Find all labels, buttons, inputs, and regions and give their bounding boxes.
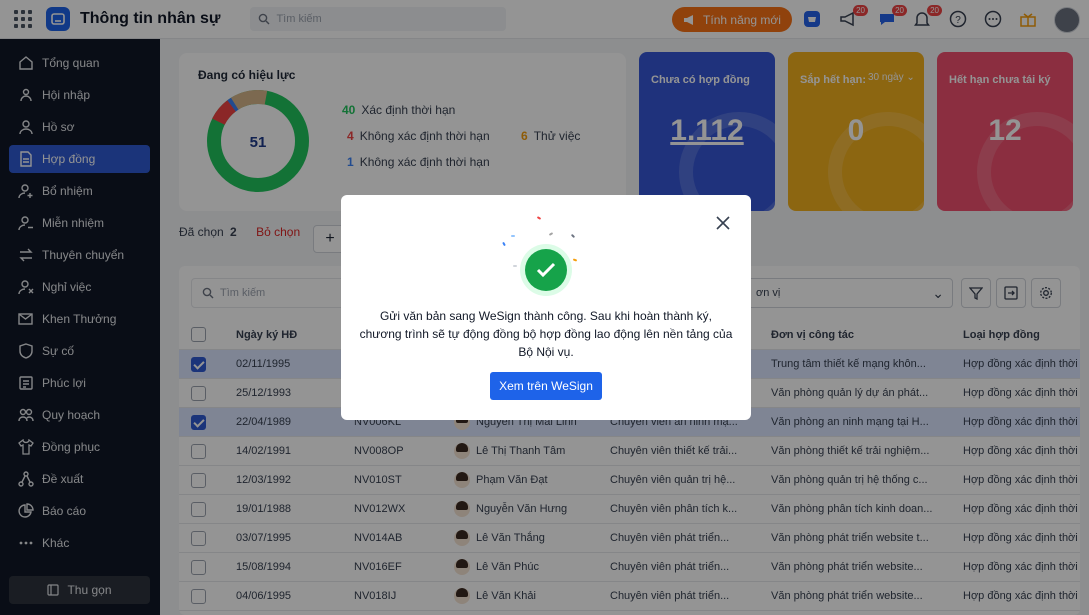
close-button[interactable] [713,213,733,233]
confetti-decoration [570,233,576,239]
close-icon [716,216,730,230]
confetti-decoration [536,216,542,220]
success-dialog: Gửi văn bản sang WeSign thành công. Sau … [341,195,751,420]
confetti-decoration [511,235,515,237]
view-on-wesign-button[interactable]: Xem trên WeSign [490,372,602,400]
confetti-decoration [502,241,506,247]
confetti-decoration [572,258,578,262]
confetti-decoration [548,232,554,236]
confetti-decoration [513,265,517,267]
success-check-icon [525,249,567,291]
success-message: Gửi văn bản sang WeSign thành công. Sau … [359,309,733,359]
